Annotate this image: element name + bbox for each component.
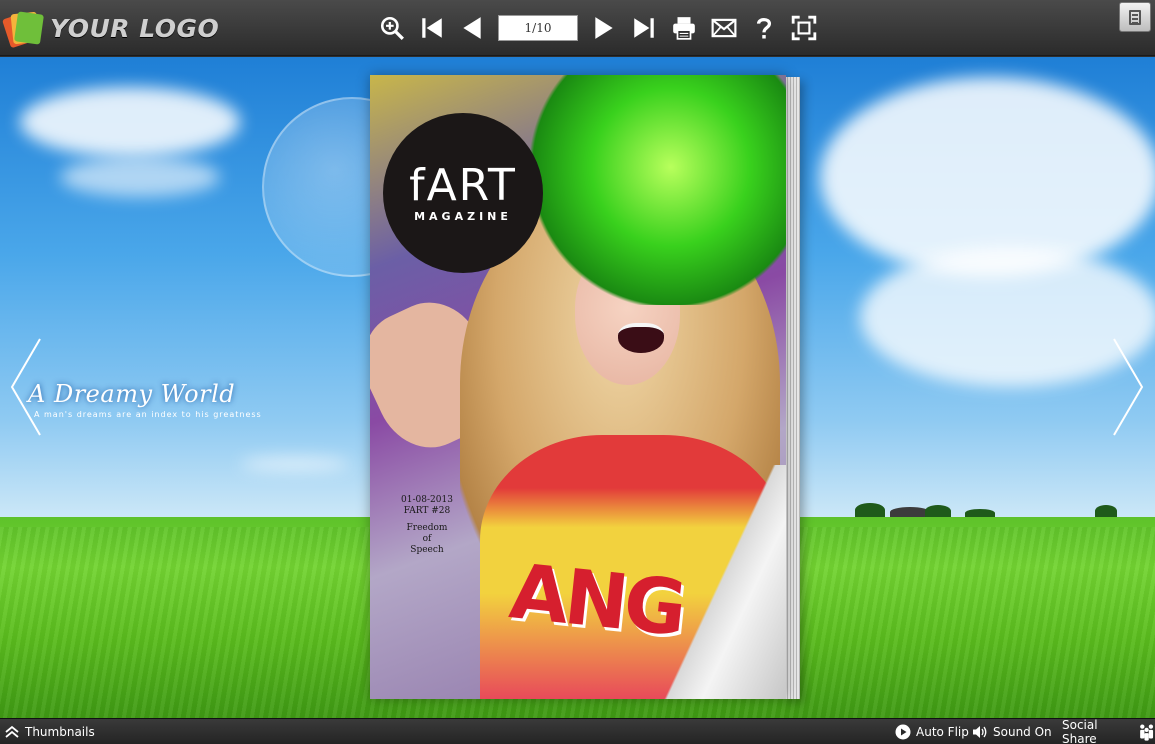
headline-line: Speech xyxy=(410,545,444,555)
sound-toggle-button[interactable]: Sound On xyxy=(972,719,1052,744)
next-page-button[interactable] xyxy=(584,10,624,46)
menu-button[interactable] xyxy=(1119,2,1151,32)
thumbnails-label: Thumbnails xyxy=(25,725,95,739)
issue-info: 01-08-2013 FART #28 Freedom of Speech xyxy=(392,495,462,556)
bottom-toolbar: Thumbnails Auto Flip Sound On Social Sha… xyxy=(0,718,1155,744)
first-page-button[interactable] xyxy=(412,10,452,46)
help-button[interactable] xyxy=(744,10,784,46)
issue-number: FART #28 xyxy=(403,506,451,516)
logo: YOUR LOGO xyxy=(2,8,220,49)
next-page-arrow[interactable] xyxy=(1110,337,1150,437)
page-curl-corner[interactable] xyxy=(660,465,786,699)
background-tagline: A Dreamy World A man's dreams are an ind… xyxy=(28,380,262,419)
help-icon xyxy=(756,17,772,39)
print-button[interactable] xyxy=(664,10,704,46)
last-page-icon xyxy=(634,18,654,38)
last-page-button[interactable] xyxy=(624,10,664,46)
play-icon xyxy=(895,724,911,740)
auto-flip-button[interactable]: Auto Flip xyxy=(895,719,969,744)
previous-page-icon xyxy=(463,17,481,39)
headline-line: of xyxy=(422,534,432,544)
email-button[interactable] xyxy=(704,10,744,46)
email-icon xyxy=(711,18,737,38)
thumbnails-button[interactable]: Thumbnails xyxy=(4,719,95,744)
document-icon xyxy=(1129,9,1141,25)
speaker-icon xyxy=(973,726,987,738)
cloud xyxy=(60,157,220,197)
top-toolbar: YOUR LOGO 1/10 xyxy=(0,0,1155,56)
zoom-in-button[interactable] xyxy=(372,10,412,46)
previous-page-button[interactable] xyxy=(452,10,492,46)
auto-flip-label: Auto Flip xyxy=(916,725,969,739)
fullscreen-icon xyxy=(791,15,817,41)
tagline-subtitle: A man's dreams are an index to his great… xyxy=(34,410,262,419)
zoom-in-icon xyxy=(380,16,404,40)
toolbar-controls: 1/10 xyxy=(372,10,824,46)
print-icon xyxy=(673,17,695,40)
previous-page-arrow[interactable] xyxy=(6,337,46,437)
magazine-badge: fART MAGAZINE xyxy=(383,113,543,273)
double-chevron-up-icon xyxy=(5,725,19,738)
cloud xyxy=(20,87,240,157)
first-page-icon xyxy=(422,18,442,38)
treeline xyxy=(855,499,1155,517)
viewer-stage: A Dreamy World A man's dreams are an ind… xyxy=(0,57,1155,718)
chevron-left-icon xyxy=(10,338,41,436)
logo-icon xyxy=(2,9,44,49)
headline-line: Freedom xyxy=(406,523,448,533)
chevron-right-icon xyxy=(1113,338,1144,436)
tagline-title: A Dreamy World xyxy=(28,380,236,408)
people-icon xyxy=(1139,724,1153,741)
fullscreen-button[interactable] xyxy=(784,10,824,46)
page-number-input[interactable]: 1/10 xyxy=(498,15,578,41)
magazine-title: fART xyxy=(409,159,517,211)
social-share-button[interactable]: Social Share xyxy=(1062,718,1155,744)
next-page-icon xyxy=(595,17,613,39)
book-cover-page[interactable]: ANG fART MAGAZINE 01-08-2013 FART #28 Fr… xyxy=(370,75,786,699)
cloud xyxy=(240,457,350,471)
logo-text: YOUR LOGO xyxy=(50,13,220,43)
magazine-subtitle: MAGAZINE xyxy=(414,209,512,223)
social-share-label: Social Share xyxy=(1062,718,1098,744)
issue-date: 01-08-2013 xyxy=(401,495,453,505)
sound-label: Sound On xyxy=(993,725,1052,739)
